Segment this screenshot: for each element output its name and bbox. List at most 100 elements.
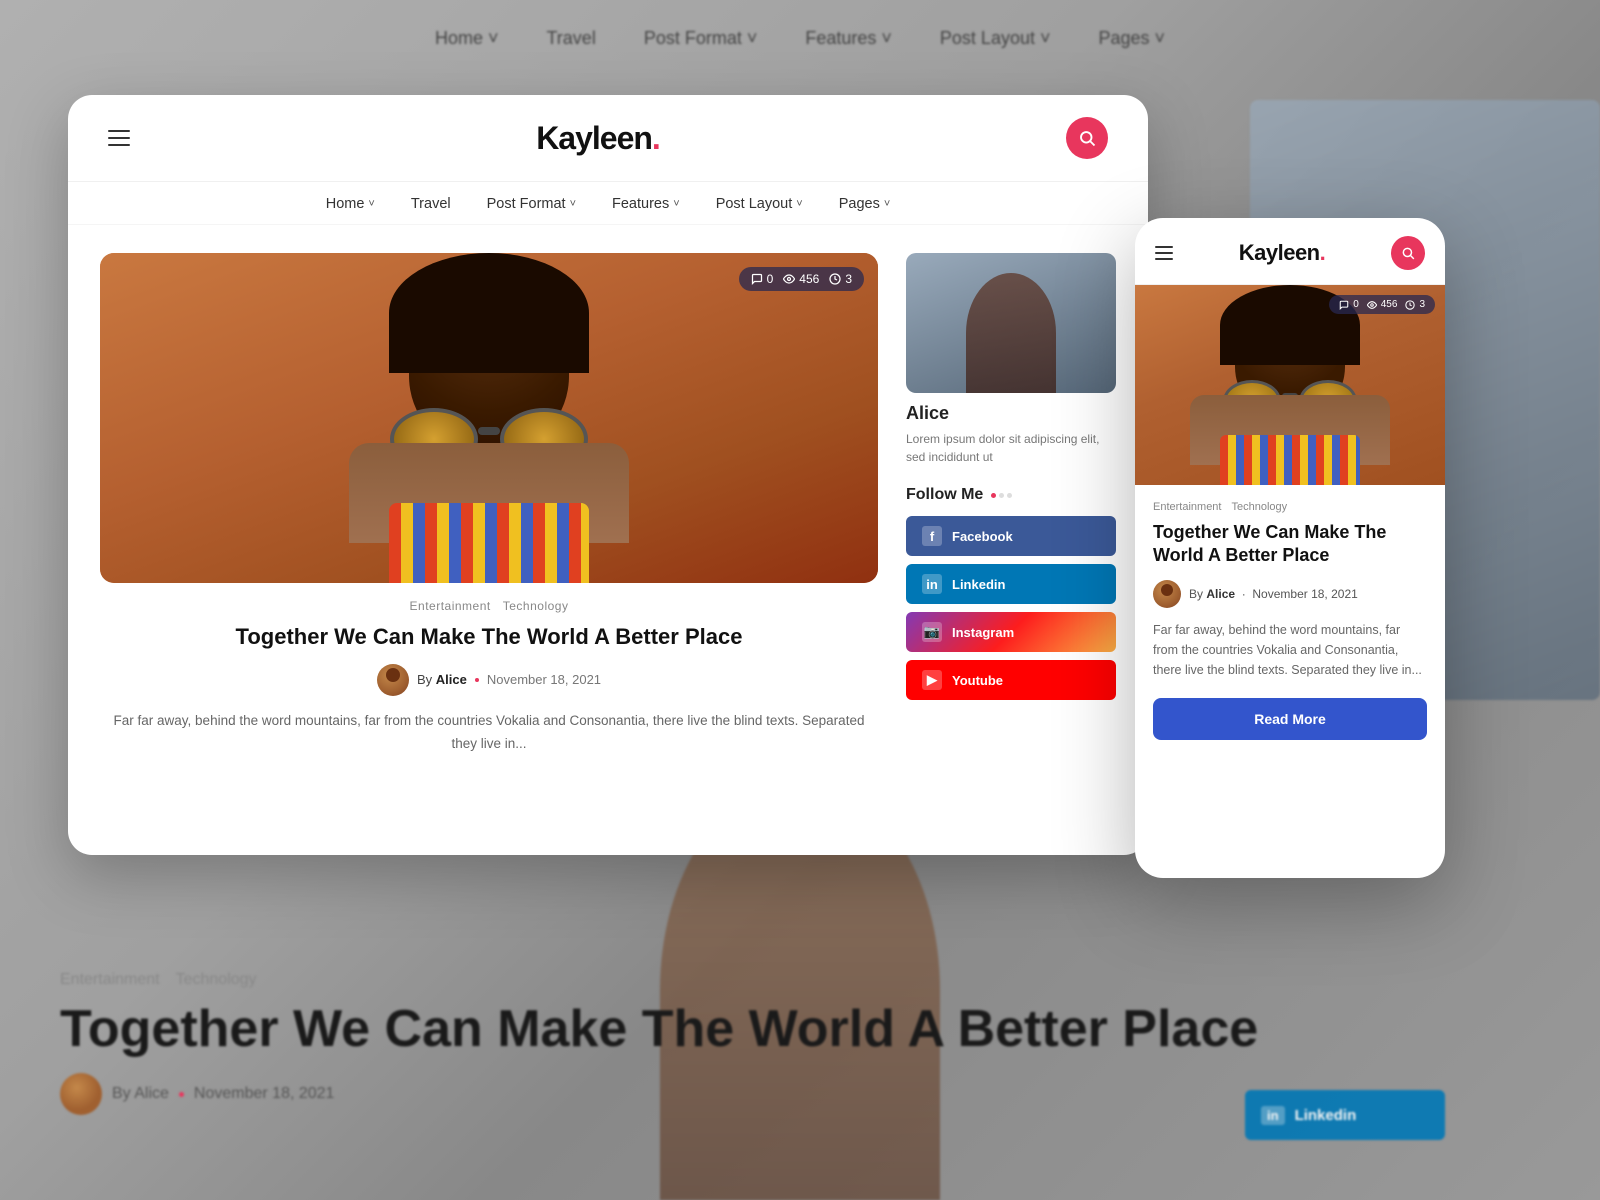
nav-postlayout-chevron: ˅ <box>796 198 802 210</box>
facebook-label: Facebook <box>952 529 1013 544</box>
nav-pages-chevron: ˅ <box>884 198 890 210</box>
author-avatar <box>377 664 409 696</box>
linkedin-label-bg: Linkedin <box>1295 1107 1357 1124</box>
bg-nav-travel: Travel <box>546 28 595 49</box>
read-more-button[interactable]: Read More <box>1153 698 1427 740</box>
desktop-card: Kayleen. Home ˅ Travel Post Format ˅ Fea… <box>68 95 1148 855</box>
mobile-author-info: By Alice · November 18, 2021 <box>1189 587 1358 601</box>
article-categories: Entertainment Technology <box>100 599 878 613</box>
mobile-views-count: 456 <box>1381 299 1398 310</box>
desktop-header: Kayleen. <box>68 95 1148 182</box>
cat-entertainment: Entertainment <box>410 599 491 613</box>
desktop-logo: Kayleen. <box>536 120 660 157</box>
nav-item-postformat[interactable]: Post Format ˅ <box>487 196 576 212</box>
mobile-search-button[interactable] <box>1391 236 1425 270</box>
person-scarf <box>389 503 589 583</box>
mobile-clock-icon <box>1405 300 1415 310</box>
article-image: 0 456 3 <box>100 253 878 583</box>
nav-postlayout-label: Post Layout <box>716 196 793 212</box>
comment-count: 0 <box>767 272 774 286</box>
youtube-label: Youtube <box>952 673 1003 688</box>
bg-nav-postformat: Post Format ˅ <box>644 28 758 49</box>
hamburger-line-1 <box>108 130 130 132</box>
clock-icon <box>829 273 841 285</box>
nav-item-travel[interactable]: Travel <box>411 196 451 212</box>
linkedin-label: Linkedin <box>952 577 1005 592</box>
mobile-comment-stat: 0 <box>1339 299 1359 310</box>
author-name-text: Alice <box>436 672 467 687</box>
hamburger-menu-button[interactable] <box>108 130 130 146</box>
bg-nav-postlayout: Post Layout ˅ <box>940 28 1051 49</box>
mobile-categories: Entertainment Technology <box>1153 501 1427 513</box>
background-nav: Home ˅ Travel Post Format ˅ Features ˅ P… <box>435 28 1165 49</box>
background-categories: Entertainment Technology <box>60 971 1540 989</box>
nav-item-pages[interactable]: Pages ˅ <box>839 196 891 212</box>
youtube-button[interactable]: ▶ Youtube <box>906 660 1116 700</box>
nav-item-features[interactable]: Features ˅ <box>612 196 680 212</box>
nav-home-label: Home <box>326 196 365 212</box>
hamburger-line-3 <box>108 144 130 146</box>
bg-cat-technology: Technology <box>176 971 257 989</box>
nav-pages-label: Pages <box>839 196 880 212</box>
linkedin-icon: in <box>922 574 942 594</box>
nav-postformat-chevron: ˅ <box>570 198 576 210</box>
nav-item-postlayout[interactable]: Post Layout ˅ <box>716 196 803 212</box>
mobile-author-row: By Alice · November 18, 2021 <box>1153 580 1427 608</box>
mobile-cat-entertainment: Entertainment <box>1153 501 1221 513</box>
bg-nav-home: Home ˅ <box>435 28 499 49</box>
follow-me-heading: Follow Me <box>906 486 1116 504</box>
mobile-logo-dot: . <box>1320 240 1326 265</box>
instagram-icon: 📷 <box>922 622 942 642</box>
background-date: November 18, 2021 <box>194 1085 335 1103</box>
mobile-hamburger-button[interactable] <box>1155 246 1173 260</box>
views-stat: 456 <box>783 272 819 286</box>
dot-3 <box>1007 493 1012 498</box>
article-stats-overlay: 0 456 3 <box>739 267 864 291</box>
views-icon <box>783 273 795 285</box>
facebook-button[interactable]: f Facebook <box>906 516 1116 556</box>
article-title: Together We Can Make The World A Better … <box>100 623 878 652</box>
mobile-article-date: November 18, 2021 <box>1252 587 1357 601</box>
author-by-label: By Alice <box>417 672 467 687</box>
views-count: 456 <box>799 272 819 286</box>
instagram-label: Instagram <box>952 625 1014 640</box>
mobile-header: Kayleen. <box>1135 218 1445 285</box>
nav-home-chevron: ˅ <box>368 198 374 210</box>
nav-features-label: Features <box>612 196 669 212</box>
nav-features-chevron: ˅ <box>673 198 679 210</box>
sidebar: Alice Lorem ipsum dolor sit adipiscing e… <box>906 253 1116 822</box>
author-separator-dot <box>475 678 479 682</box>
mobile-comment-icon <box>1339 300 1349 310</box>
background-author-text: By Alice <box>112 1085 169 1103</box>
bg-cat-entertainment: Entertainment <box>60 971 160 989</box>
dot-1 <box>991 493 996 498</box>
mobile-likes-count: 3 <box>1419 299 1425 310</box>
mobile-logo-text: Kayleen <box>1239 240 1320 265</box>
mobile-likes-stat: 3 <box>1405 299 1425 310</box>
mobile-logo: Kayleen. <box>1239 240 1326 266</box>
mobile-comment-count: 0 <box>1353 299 1359 310</box>
article-excerpt: Far far away, behind the word mountains,… <box>100 710 878 756</box>
social-buttons-list: f Facebook in Linkedin 📷 Instagram ▶ You… <box>906 516 1116 700</box>
mobile-author-avatar <box>1153 580 1181 608</box>
mobile-article-content: Entertainment Technology Together We Can… <box>1135 485 1445 878</box>
mobile-cat-technology: Technology <box>1231 501 1287 513</box>
article-author-row: By Alice November 18, 2021 <box>100 664 878 696</box>
comment-icon <box>751 273 763 285</box>
mobile-card: Kayleen. 0 456 3 <box>1135 218 1445 878</box>
follow-me-label: Follow Me <box>906 486 983 504</box>
nav-postformat-label: Post Format <box>487 196 566 212</box>
linkedin-button[interactable]: in Linkedin <box>906 564 1116 604</box>
mobile-search-icon <box>1401 246 1415 260</box>
sidebar-author-name: Alice <box>906 403 1116 424</box>
logo-text: Kayleen <box>536 120 652 156</box>
nav-item-home[interactable]: Home ˅ <box>326 196 375 212</box>
background-main-title: Together We Can Make The World A Better … <box>60 999 1540 1059</box>
facebook-icon: f <box>922 526 942 546</box>
desktop-navigation: Home ˅ Travel Post Format ˅ Features ˅ P… <box>68 182 1148 225</box>
instagram-button[interactable]: 📷 Instagram <box>906 612 1116 652</box>
mobile-article-stats: 0 456 3 <box>1329 295 1435 314</box>
desktop-search-button[interactable] <box>1066 117 1108 159</box>
mobile-author-by: By <box>1189 587 1203 601</box>
mobile-article-title: Together We Can Make The World A Better … <box>1153 521 1427 568</box>
